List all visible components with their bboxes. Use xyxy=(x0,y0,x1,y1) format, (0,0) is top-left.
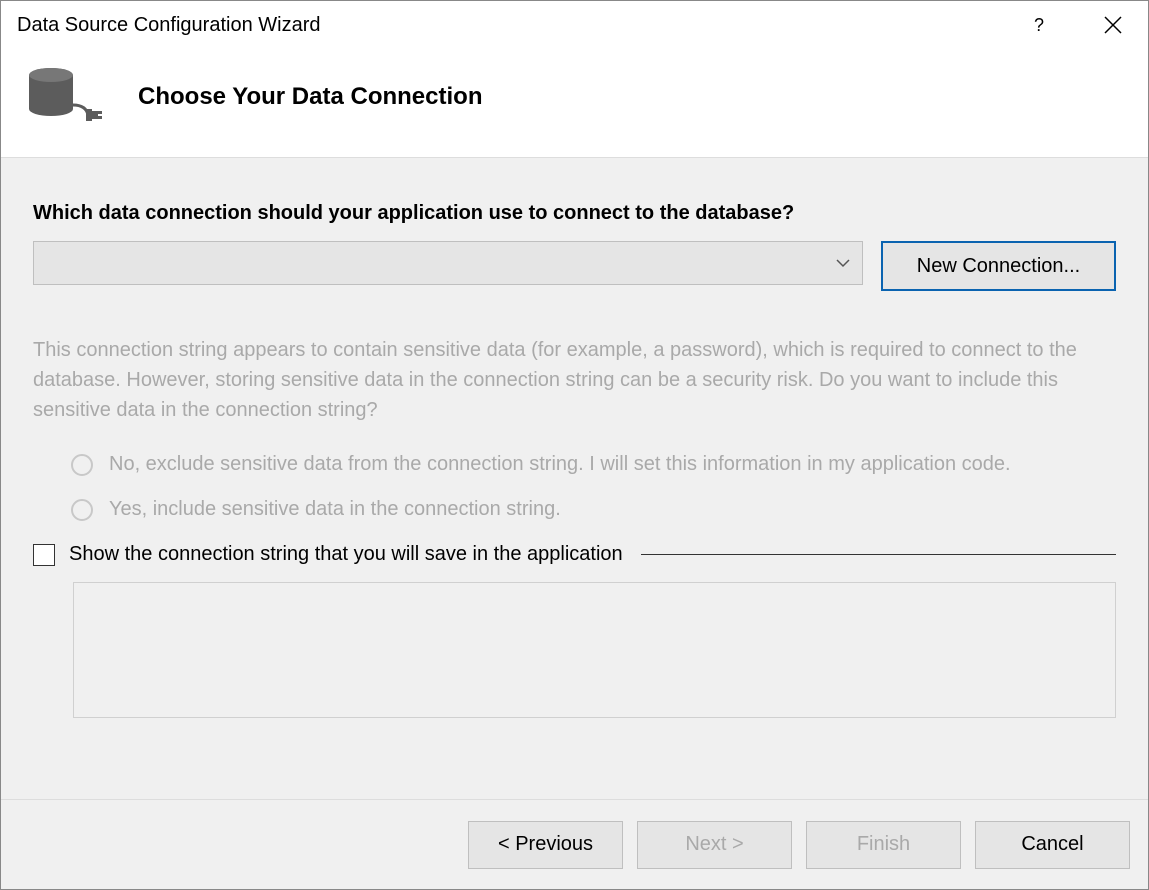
titlebar-actions: ? xyxy=(1024,11,1132,40)
connection-string-textbox xyxy=(73,582,1116,718)
sensitive-data-text: This connection string appears to contai… xyxy=(33,335,1116,425)
previous-button[interactable]: < Previous xyxy=(468,821,623,869)
titlebar: Data Source Configuration Wizard ? xyxy=(1,1,1148,49)
connection-question: Which data connection should your applic… xyxy=(33,202,1116,225)
page-title: Choose Your Data Connection xyxy=(138,83,482,111)
radio-include-sensitive: Yes, include sensitive data in the conne… xyxy=(71,498,1116,521)
connection-dropdown[interactable] xyxy=(33,241,863,285)
show-connstring-label: Show the connection string that you will… xyxy=(69,543,623,566)
radio-label: No, exclude sensitive data from the conn… xyxy=(109,453,1011,476)
new-connection-button[interactable]: New Connection... xyxy=(881,241,1116,291)
cancel-button[interactable]: Cancel xyxy=(975,821,1130,869)
show-connstring-checkbox[interactable] xyxy=(33,544,55,566)
close-icon xyxy=(1104,16,1122,34)
help-button[interactable]: ? xyxy=(1024,11,1054,40)
radio-exclude-sensitive: No, exclude sensitive data from the conn… xyxy=(71,453,1116,476)
wizard-footer: < Previous Next > Finish Cancel xyxy=(1,799,1148,889)
database-icon xyxy=(26,67,104,127)
next-button: Next > xyxy=(637,821,792,869)
radio-icon xyxy=(71,454,93,476)
wizard-header: Choose Your Data Connection xyxy=(1,49,1148,157)
window-title: Data Source Configuration Wizard xyxy=(17,14,1024,37)
wizard-content: Which data connection should your applic… xyxy=(1,157,1148,799)
sensitive-radio-group: No, exclude sensitive data from the conn… xyxy=(71,453,1116,521)
show-connstring-row: Show the connection string that you will… xyxy=(33,543,1116,566)
divider xyxy=(641,554,1116,555)
connection-row: New Connection... xyxy=(33,241,1116,291)
checkbox-label-wrap: Show the connection string that you will… xyxy=(69,543,1116,566)
finish-button: Finish xyxy=(806,821,961,869)
radio-icon xyxy=(71,499,93,521)
close-button[interactable] xyxy=(1094,12,1132,38)
radio-label: Yes, include sensitive data in the conne… xyxy=(109,498,561,521)
chevron-down-icon xyxy=(836,258,850,268)
